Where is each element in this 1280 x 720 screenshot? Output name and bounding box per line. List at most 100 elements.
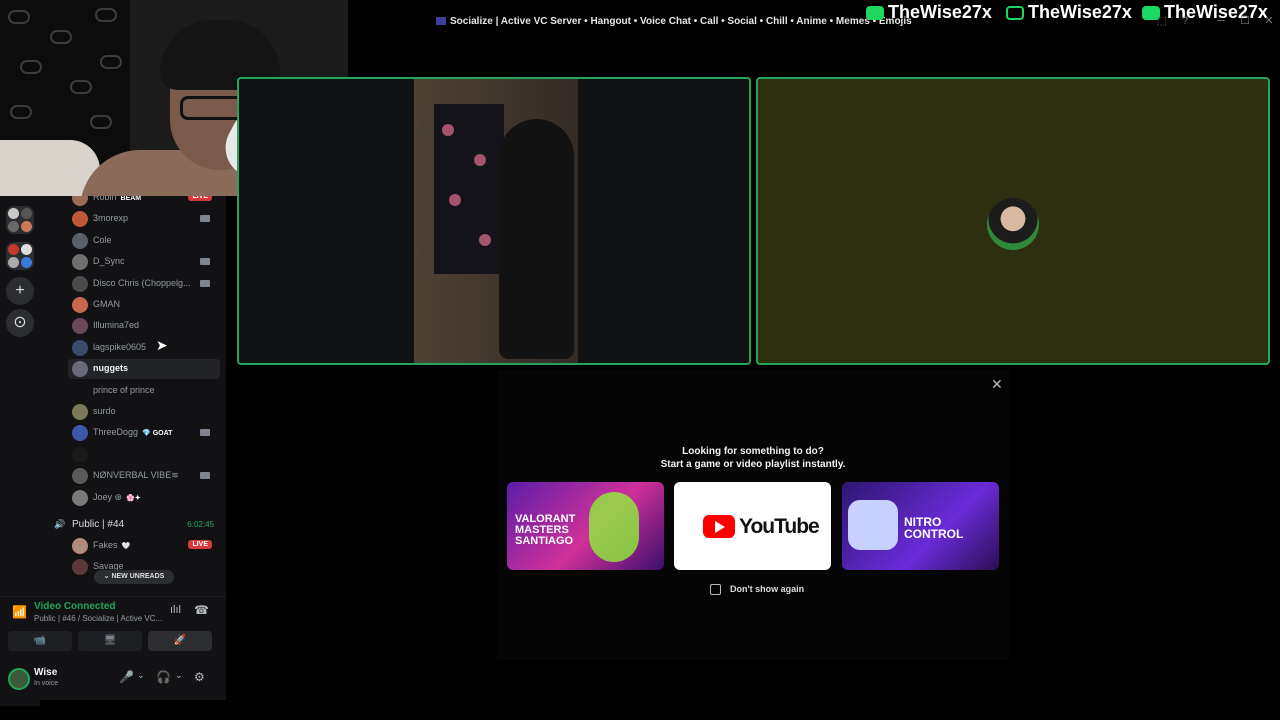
voice-member-row[interactable]: nuggets	[68, 359, 220, 380]
voice-member-row[interactable]: Disco Chris (Choppelg...	[68, 274, 220, 294]
server-flag-icon	[436, 17, 446, 26]
avatar	[72, 489, 88, 506]
member-name: NØNVERBAL VIBE≋	[93, 470, 179, 481]
member-name-text: ThreeDogg	[93, 427, 139, 438]
spotify-icon	[866, 6, 884, 21]
member-name: Joey ⊛ 🌸✦	[93, 492, 141, 503]
noise-suppression-icon[interactable]: ılıl	[170, 604, 181, 616]
screen-share-button[interactable]: 🖥	[78, 631, 142, 651]
video-tile-avatar[interactable]	[756, 77, 1270, 365]
member-tag: 💎 GOAT	[142, 430, 173, 438]
chevron-down-icon[interactable]: ⌄	[137, 670, 145, 681]
member-name: Robin BEAM	[93, 196, 141, 202]
activity-title: Looking for something to do?	[682, 446, 824, 457]
overlay-name-spotify: TheWise27x	[866, 2, 992, 24]
activities-button[interactable]: 🚀	[148, 631, 212, 651]
member-tag: 🌸✦	[126, 494, 141, 502]
video-tile-camera[interactable]	[237, 77, 751, 365]
card-label: VALORANT MASTERS SANTIAGO	[515, 513, 576, 547]
voice-member-row[interactable]: Illumina7ed	[68, 316, 220, 336]
voice-channel-path[interactable]: Public | #46 / Socialize | Active VC...	[34, 614, 162, 623]
voice-member-row[interactable]: NØNVERBAL VIBE≋	[68, 466, 220, 486]
camera-icon	[200, 472, 210, 480]
camera-feed-chair	[499, 119, 574, 359]
avatar	[72, 254, 88, 271]
server-folder[interactable]	[6, 242, 34, 270]
member-name-text: Illumina7ed	[93, 320, 140, 331]
overlay-name-text: TheWise27x	[888, 2, 992, 22]
avatar	[72, 361, 88, 378]
member-tag: 🤍	[121, 543, 131, 550]
member-name-text: NØNVERBAL VIBE≋	[93, 470, 179, 481]
avatar	[72, 232, 88, 249]
minimize-button[interactable]: ─	[1214, 14, 1228, 28]
voice-member-row[interactable]: ThreeDogg 💎 GOAT	[68, 423, 220, 443]
activity-card-nitro-control[interactable]: NITRO CONTROL	[842, 482, 999, 570]
live-badge: LIVE	[188, 540, 212, 549]
voice-member-row[interactable]: lagspike0605	[68, 338, 220, 358]
avatar	[72, 318, 88, 335]
activity-launcher: ✕ Looking for something to do? Start a g…	[497, 370, 1009, 660]
member-name: lagspike0605	[93, 342, 146, 352]
microphone-icon[interactable]: 🎤	[119, 670, 134, 684]
member-name: Fakes 🤍	[93, 540, 130, 550]
voice-member-row[interactable]: D_Sync	[68, 252, 220, 272]
checkbox-label[interactable]: Don't show again	[730, 584, 804, 594]
member-name-text: Disco Chris (Choppelg...	[93, 277, 191, 288]
avatar[interactable]	[8, 668, 30, 690]
maximize-button[interactable]: ☐	[1238, 14, 1252, 28]
server-folder[interactable]	[6, 206, 34, 234]
disconnect-icon[interactable]: ☎	[194, 603, 209, 617]
activity-card-youtube[interactable]: YouTube	[674, 482, 831, 570]
user-name[interactable]: Wise	[34, 667, 57, 678]
voice-member-row[interactable]: surdo	[68, 402, 220, 422]
youtube-play-icon	[703, 515, 735, 538]
server-title-text: Socialize | Active VC Server • Hangout •…	[450, 16, 912, 27]
member-name: nuggets	[93, 363, 128, 373]
activity-card-valorant[interactable]: VALORANT MASTERS SANTIAGO	[507, 482, 664, 570]
headset-icon[interactable]: 🎧	[156, 670, 171, 684]
live-badge: LIVE	[188, 196, 212, 201]
voice-member-row[interactable]: Cole	[68, 231, 220, 251]
explore-servers-button[interactable]: ⊙	[6, 309, 34, 337]
member-name-text: 3morexp	[93, 213, 129, 224]
member-name-text: Fakes	[93, 540, 118, 550]
voice-connection-panel: 📶 Video Connected Public | #46 / Sociali…	[0, 596, 226, 656]
avatar	[72, 382, 88, 399]
close-icon[interactable]: ✕	[991, 376, 1003, 393]
gear-icon[interactable]: ⚙	[194, 670, 205, 684]
avatar	[72, 297, 88, 313]
chevron-down-icon[interactable]: ⌄	[175, 670, 183, 681]
voice-member-row[interactable]: Fakes 🤍 LIVE	[68, 536, 220, 556]
signal-icon[interactable]: 📶	[12, 605, 27, 619]
help-icon[interactable]: ?	[1178, 14, 1192, 28]
new-unreads-button[interactable]: ⌄ NEW UNREADS	[94, 570, 174, 584]
member-name-text: nuggets	[93, 363, 128, 374]
member-name: GMAN	[93, 299, 120, 309]
add-server-button[interactable]: +	[6, 277, 34, 305]
voice-channel-public-44[interactable]: 🔊 Public | #44 6:02:45	[52, 517, 222, 533]
checkbox-icon[interactable]	[710, 584, 721, 595]
voice-status[interactable]: Video Connected	[34, 601, 116, 612]
camera-toggle-button[interactable]: 📹	[8, 631, 72, 651]
avatar	[72, 196, 88, 206]
speaker-icon: 🔊	[54, 519, 66, 529]
camera-icon	[200, 215, 210, 223]
voice-member-row[interactable]: Robin BEAM LIVE	[68, 196, 220, 208]
voice-member-row[interactable]: prince of prince	[68, 381, 220, 401]
member-name-text: Joey ⊛	[93, 491, 123, 502]
voice-member-row[interactable]: 3morexp	[68, 209, 220, 229]
member-name: 3morexp	[93, 213, 128, 223]
avatar	[72, 339, 88, 356]
user-panel: Wise In voice 🎤 ⌄ 🎧 ⌄ ⚙	[0, 656, 226, 700]
member-name: D_Sync	[93, 256, 125, 266]
voice-member-row[interactable]: GMAN	[68, 295, 220, 315]
channel-timer: 6:02:45	[187, 520, 214, 529]
voice-member-row[interactable]: Joey ⊛ 🌸✦	[68, 488, 220, 508]
inbox-icon[interactable]: ⬚	[1155, 14, 1169, 28]
avatar	[72, 468, 88, 485]
camera-icon	[200, 279, 210, 287]
voice-member-row[interactable]	[68, 445, 220, 465]
server-title: Socialize | Active VC Server • Hangout •…	[436, 16, 912, 27]
close-window-button[interactable]: ✕	[1262, 14, 1276, 28]
